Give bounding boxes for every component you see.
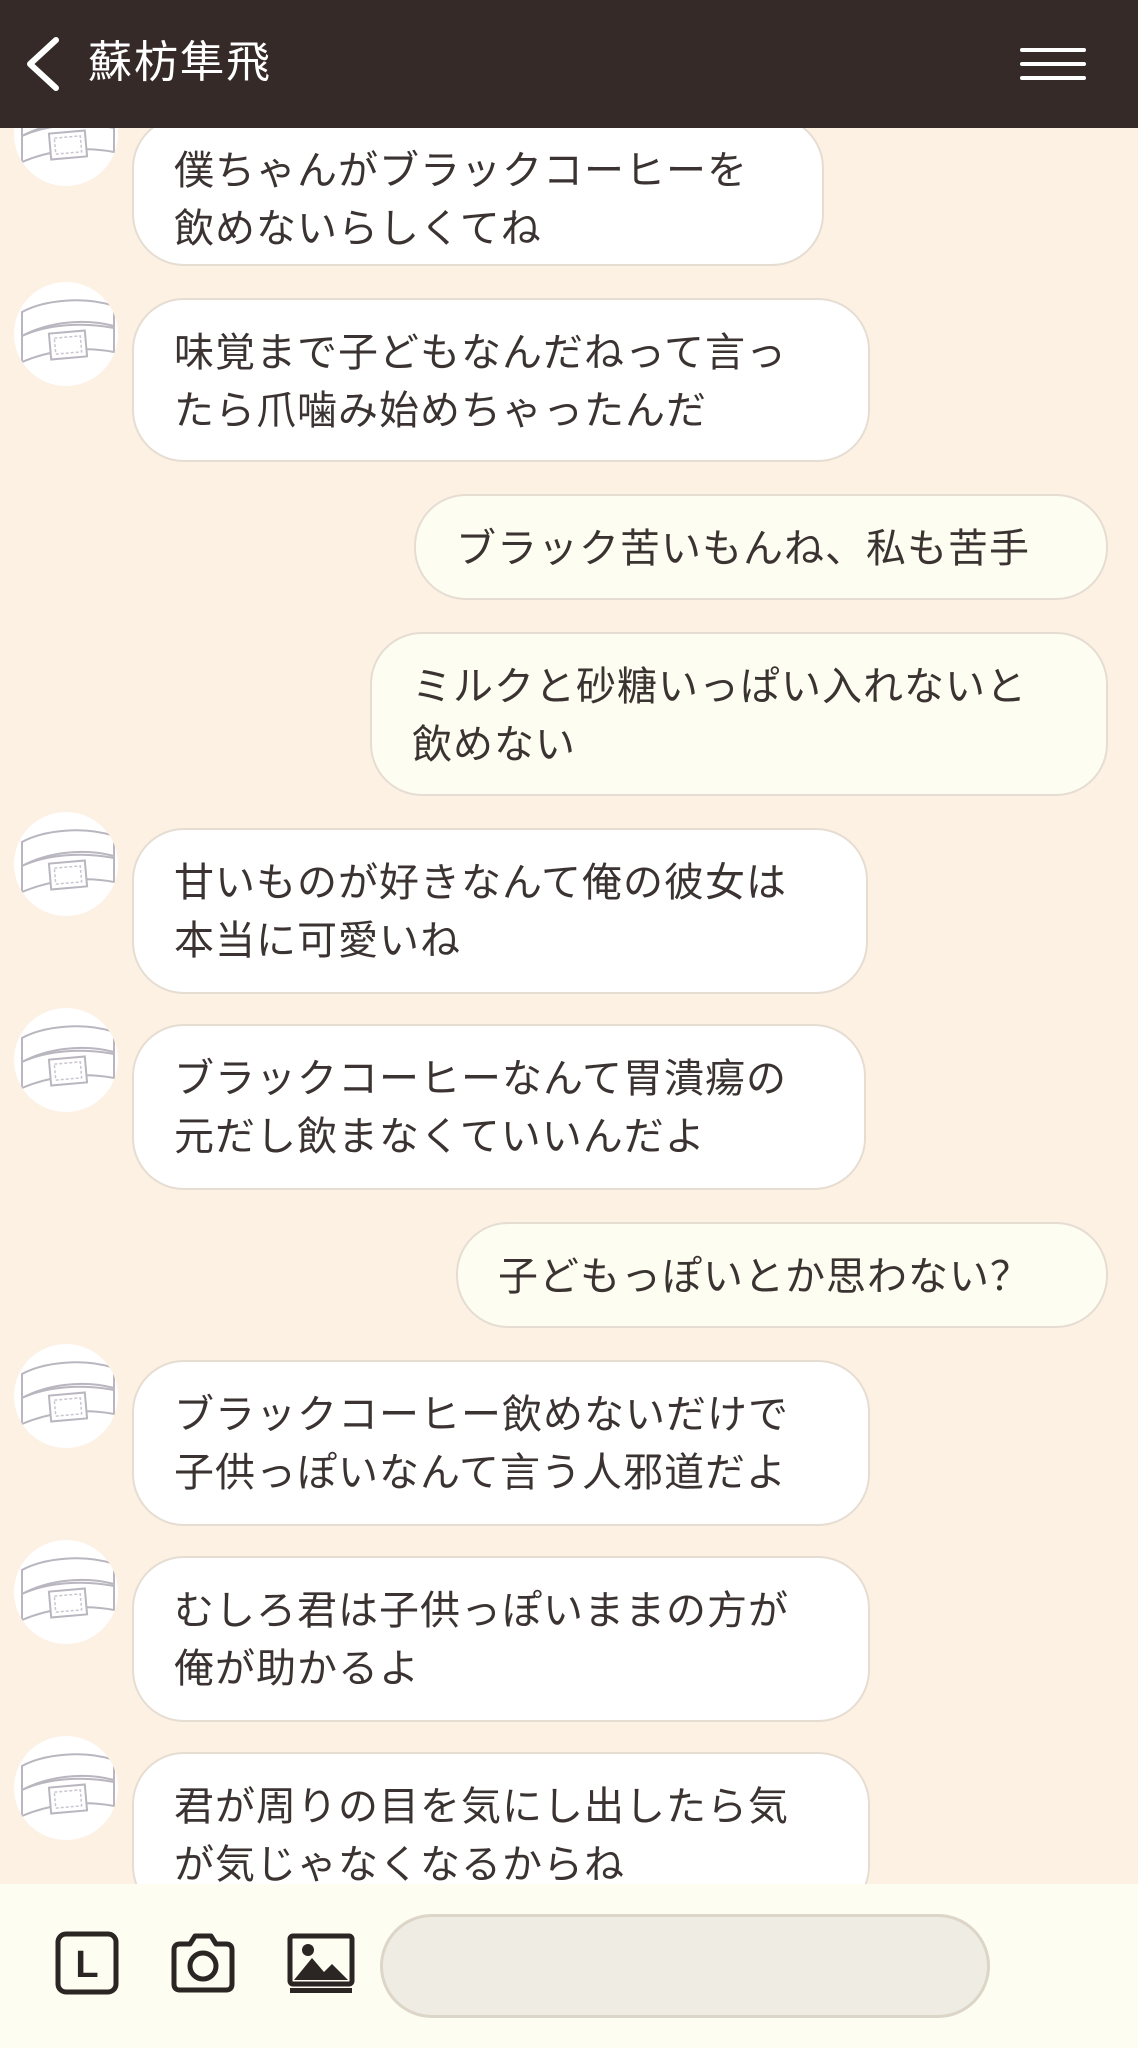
message-bubble-received[interactable]: むしろ君は子供っぽいままの方が 俺が助かるよ	[132, 1556, 870, 1722]
avatar-illustration-icon	[21, 1025, 115, 1090]
avatar-illustration-icon	[21, 1753, 115, 1818]
message-bubble-received[interactable]: 君が周りの目を気にし出したら気 が気じゃなくなるからね	[132, 1752, 870, 1884]
message-bubble-sent[interactable]: ブラック苦いもんね、私も苦手	[414, 494, 1108, 600]
message-bubble-sent[interactable]: 子どもっぽいとか思わない？	[456, 1222, 1108, 1328]
avatar-illustration-icon	[21, 829, 115, 894]
message-input[interactable]	[380, 1914, 990, 2018]
avatar-illustration-icon	[21, 299, 115, 364]
contact-avatar[interactable]	[14, 1736, 118, 1840]
message-bubble-received[interactable]: ブラックコーヒーなんて胃潰瘍の 元だし飲まなくていいんだよ	[132, 1024, 866, 1190]
message-composer-bar: L	[0, 1884, 1138, 2048]
image-icon[interactable]	[286, 1928, 356, 1998]
camera-icon[interactable]	[168, 1928, 238, 1998]
message-bubble-received[interactable]: 僕ちゃんがブラックコーヒーを 飲めないらしくてね	[132, 116, 824, 266]
chat-header: 蘇枋隼飛	[0, 0, 1138, 128]
chat-area[interactable]: 僕ちゃんがブラックコーヒーを 飲めないらしくてね 味覚まで子どもなんだねって言っ…	[0, 0, 1138, 1884]
contact-avatar[interactable]	[14, 1540, 118, 1644]
l-square-icon-letter: L	[75, 1944, 98, 1986]
avatar-illustration-icon	[21, 1361, 115, 1426]
message-bubble-received[interactable]: ブラックコーヒー飲めないだけで 子供っぽいなんて言う人邪道だよ	[132, 1360, 870, 1526]
chevron-left-icon[interactable]	[18, 34, 68, 94]
contact-avatar[interactable]	[14, 1344, 118, 1448]
contact-avatar[interactable]	[14, 812, 118, 916]
chat-title: 蘇枋隼飛	[88, 37, 272, 88]
contact-avatar[interactable]	[14, 282, 118, 386]
hamburger-menu-icon[interactable]	[1020, 46, 1086, 82]
message-bubble-received[interactable]: 味覚まで子どもなんだねって言っ たら爪噛み始めちゃったんだ	[132, 298, 870, 462]
message-bubble-received[interactable]: 甘いものが好きなんて俺の彼女は 本当に可愛いね	[132, 828, 868, 994]
avatar-illustration-icon	[21, 1557, 115, 1622]
message-bubble-sent[interactable]: ミルクと砂糖いっぱい入れないと 飲めない	[370, 632, 1108, 796]
l-square-icon[interactable]: L	[52, 1928, 122, 1998]
contact-avatar[interactable]	[14, 1008, 118, 1112]
